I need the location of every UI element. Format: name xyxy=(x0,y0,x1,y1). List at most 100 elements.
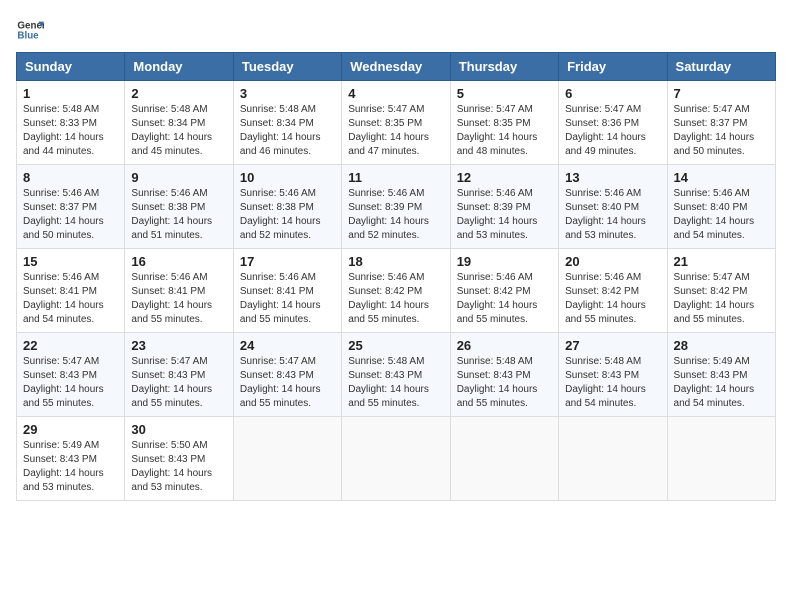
weekday-header: Thursday xyxy=(450,53,558,81)
day-number: 20 xyxy=(565,254,660,269)
calendar-cell: 2 Sunrise: 5:48 AMSunset: 8:34 PMDayligh… xyxy=(125,81,233,165)
day-number: 24 xyxy=(240,338,335,353)
day-info: Sunrise: 5:48 AMSunset: 8:33 PMDaylight:… xyxy=(23,104,104,157)
day-info: Sunrise: 5:47 AMSunset: 8:42 PMDaylight:… xyxy=(674,272,755,325)
day-info: Sunrise: 5:49 AMSunset: 8:43 PMDaylight:… xyxy=(674,356,755,409)
calendar-header: SundayMondayTuesdayWednesdayThursdayFrid… xyxy=(17,53,776,81)
logo: General Blue xyxy=(16,16,44,44)
calendar-week-row: 8 Sunrise: 5:46 AMSunset: 8:37 PMDayligh… xyxy=(17,165,776,249)
day-info: Sunrise: 5:47 AMSunset: 8:37 PMDaylight:… xyxy=(674,104,755,157)
day-number: 22 xyxy=(23,338,118,353)
calendar-week-row: 1 Sunrise: 5:48 AMSunset: 8:33 PMDayligh… xyxy=(17,81,776,165)
calendar-cell: 5 Sunrise: 5:47 AMSunset: 8:35 PMDayligh… xyxy=(450,81,558,165)
calendar-cell: 8 Sunrise: 5:46 AMSunset: 8:37 PMDayligh… xyxy=(17,165,125,249)
weekday-header: Monday xyxy=(125,53,233,81)
day-info: Sunrise: 5:46 AMSunset: 8:42 PMDaylight:… xyxy=(457,272,538,325)
calendar-cell: 20 Sunrise: 5:46 AMSunset: 8:42 PMDaylig… xyxy=(559,249,667,333)
day-number: 13 xyxy=(565,170,660,185)
calendar-cell: 9 Sunrise: 5:46 AMSunset: 8:38 PMDayligh… xyxy=(125,165,233,249)
day-number: 1 xyxy=(23,86,118,101)
calendar-cell: 15 Sunrise: 5:46 AMSunset: 8:41 PMDaylig… xyxy=(17,249,125,333)
calendar-cell: 3 Sunrise: 5:48 AMSunset: 8:34 PMDayligh… xyxy=(233,81,341,165)
day-info: Sunrise: 5:46 AMSunset: 8:38 PMDaylight:… xyxy=(240,188,321,241)
calendar-cell xyxy=(450,417,558,501)
day-info: Sunrise: 5:47 AMSunset: 8:36 PMDaylight:… xyxy=(565,104,646,157)
calendar-cell: 19 Sunrise: 5:46 AMSunset: 8:42 PMDaylig… xyxy=(450,249,558,333)
calendar-cell: 29 Sunrise: 5:49 AMSunset: 8:43 PMDaylig… xyxy=(17,417,125,501)
calendar-cell: 25 Sunrise: 5:48 AMSunset: 8:43 PMDaylig… xyxy=(342,333,450,417)
calendar-cell: 26 Sunrise: 5:48 AMSunset: 8:43 PMDaylig… xyxy=(450,333,558,417)
calendar-cell: 24 Sunrise: 5:47 AMSunset: 8:43 PMDaylig… xyxy=(233,333,341,417)
day-number: 19 xyxy=(457,254,552,269)
logo-icon: General Blue xyxy=(16,16,44,44)
day-info: Sunrise: 5:47 AMSunset: 8:43 PMDaylight:… xyxy=(23,356,104,409)
day-number: 11 xyxy=(348,170,443,185)
day-info: Sunrise: 5:46 AMSunset: 8:42 PMDaylight:… xyxy=(565,272,646,325)
day-info: Sunrise: 5:48 AMSunset: 8:43 PMDaylight:… xyxy=(348,356,429,409)
day-info: Sunrise: 5:50 AMSunset: 8:43 PMDaylight:… xyxy=(131,440,212,493)
calendar-cell: 16 Sunrise: 5:46 AMSunset: 8:41 PMDaylig… xyxy=(125,249,233,333)
calendar-cell xyxy=(233,417,341,501)
day-number: 6 xyxy=(565,86,660,101)
day-number: 7 xyxy=(674,86,769,101)
day-info: Sunrise: 5:46 AMSunset: 8:41 PMDaylight:… xyxy=(240,272,321,325)
weekday-header: Friday xyxy=(559,53,667,81)
day-info: Sunrise: 5:48 AMSunset: 8:34 PMDaylight:… xyxy=(240,104,321,157)
day-info: Sunrise: 5:48 AMSunset: 8:43 PMDaylight:… xyxy=(565,356,646,409)
day-number: 12 xyxy=(457,170,552,185)
day-number: 21 xyxy=(674,254,769,269)
weekday-header: Wednesday xyxy=(342,53,450,81)
calendar-cell: 17 Sunrise: 5:46 AMSunset: 8:41 PMDaylig… xyxy=(233,249,341,333)
day-number: 27 xyxy=(565,338,660,353)
calendar-week-row: 29 Sunrise: 5:49 AMSunset: 8:43 PMDaylig… xyxy=(17,417,776,501)
calendar-cell xyxy=(667,417,775,501)
day-number: 4 xyxy=(348,86,443,101)
day-number: 10 xyxy=(240,170,335,185)
day-number: 18 xyxy=(348,254,443,269)
day-info: Sunrise: 5:47 AMSunset: 8:35 PMDaylight:… xyxy=(457,104,538,157)
calendar-cell: 13 Sunrise: 5:46 AMSunset: 8:40 PMDaylig… xyxy=(559,165,667,249)
day-number: 3 xyxy=(240,86,335,101)
calendar-cell: 23 Sunrise: 5:47 AMSunset: 8:43 PMDaylig… xyxy=(125,333,233,417)
day-info: Sunrise: 5:46 AMSunset: 8:39 PMDaylight:… xyxy=(348,188,429,241)
calendar-week-row: 15 Sunrise: 5:46 AMSunset: 8:41 PMDaylig… xyxy=(17,249,776,333)
calendar-cell: 18 Sunrise: 5:46 AMSunset: 8:42 PMDaylig… xyxy=(342,249,450,333)
calendar-cell: 10 Sunrise: 5:46 AMSunset: 8:38 PMDaylig… xyxy=(233,165,341,249)
calendar-cell xyxy=(342,417,450,501)
day-info: Sunrise: 5:47 AMSunset: 8:43 PMDaylight:… xyxy=(240,356,321,409)
day-number: 29 xyxy=(23,422,118,437)
day-number: 28 xyxy=(674,338,769,353)
svg-text:Blue: Blue xyxy=(17,30,39,41)
weekday-header: Sunday xyxy=(17,53,125,81)
day-info: Sunrise: 5:47 AMSunset: 8:43 PMDaylight:… xyxy=(131,356,212,409)
day-info: Sunrise: 5:46 AMSunset: 8:38 PMDaylight:… xyxy=(131,188,212,241)
calendar-cell: 22 Sunrise: 5:47 AMSunset: 8:43 PMDaylig… xyxy=(17,333,125,417)
day-number: 14 xyxy=(674,170,769,185)
day-number: 15 xyxy=(23,254,118,269)
day-number: 2 xyxy=(131,86,226,101)
calendar-cell: 30 Sunrise: 5:50 AMSunset: 8:43 PMDaylig… xyxy=(125,417,233,501)
day-info: Sunrise: 5:49 AMSunset: 8:43 PMDaylight:… xyxy=(23,440,104,493)
day-number: 26 xyxy=(457,338,552,353)
calendar-cell: 11 Sunrise: 5:46 AMSunset: 8:39 PMDaylig… xyxy=(342,165,450,249)
day-info: Sunrise: 5:46 AMSunset: 8:40 PMDaylight:… xyxy=(565,188,646,241)
day-number: 30 xyxy=(131,422,226,437)
calendar-cell: 1 Sunrise: 5:48 AMSunset: 8:33 PMDayligh… xyxy=(17,81,125,165)
weekday-row: SundayMondayTuesdayWednesdayThursdayFrid… xyxy=(17,53,776,81)
calendar-cell: 4 Sunrise: 5:47 AMSunset: 8:35 PMDayligh… xyxy=(342,81,450,165)
calendar-cell: 27 Sunrise: 5:48 AMSunset: 8:43 PMDaylig… xyxy=(559,333,667,417)
calendar-body: 1 Sunrise: 5:48 AMSunset: 8:33 PMDayligh… xyxy=(17,81,776,501)
day-number: 23 xyxy=(131,338,226,353)
day-info: Sunrise: 5:48 AMSunset: 8:43 PMDaylight:… xyxy=(457,356,538,409)
day-info: Sunrise: 5:47 AMSunset: 8:35 PMDaylight:… xyxy=(348,104,429,157)
day-number: 5 xyxy=(457,86,552,101)
calendar-cell: 12 Sunrise: 5:46 AMSunset: 8:39 PMDaylig… xyxy=(450,165,558,249)
calendar-cell: 21 Sunrise: 5:47 AMSunset: 8:42 PMDaylig… xyxy=(667,249,775,333)
calendar-cell: 7 Sunrise: 5:47 AMSunset: 8:37 PMDayligh… xyxy=(667,81,775,165)
weekday-header: Saturday xyxy=(667,53,775,81)
day-number: 17 xyxy=(240,254,335,269)
calendar: SundayMondayTuesdayWednesdayThursdayFrid… xyxy=(16,52,776,501)
day-number: 16 xyxy=(131,254,226,269)
day-number: 8 xyxy=(23,170,118,185)
weekday-header: Tuesday xyxy=(233,53,341,81)
